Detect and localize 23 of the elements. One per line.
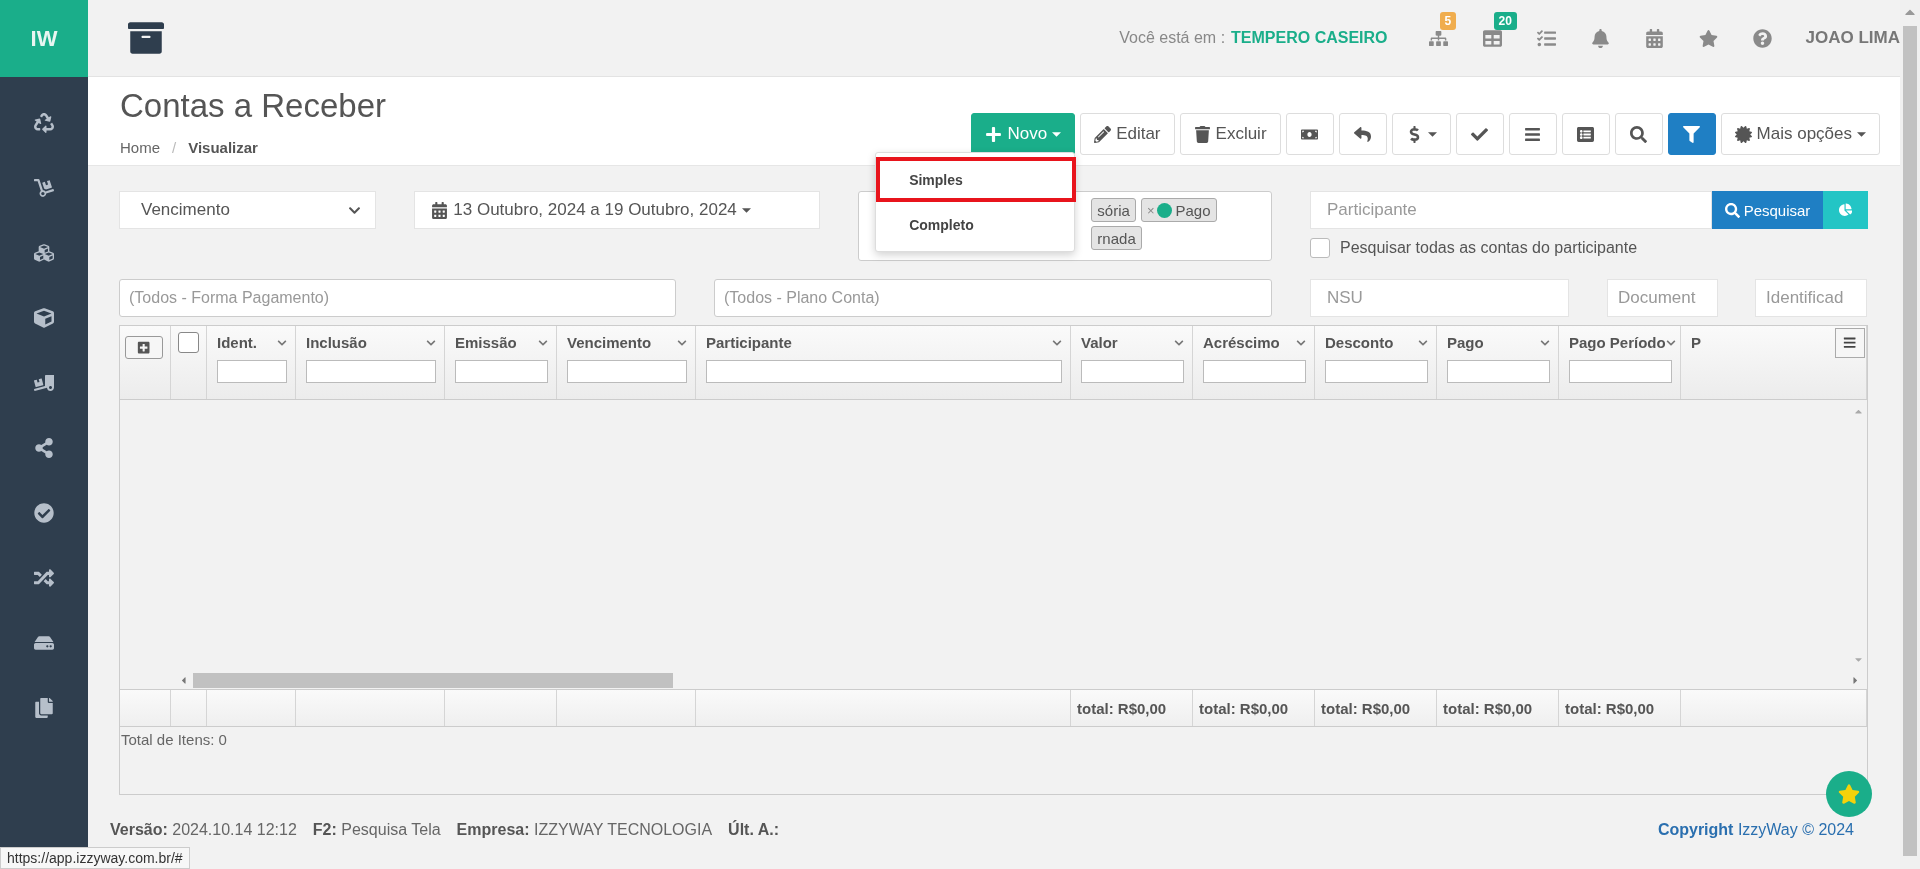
breadcrumb-item: Visualizar bbox=[188, 139, 258, 156]
shortcut-info: F2: Pesquisa Tela bbox=[312, 821, 441, 839]
last-access-label: Últ. A.: bbox=[728, 821, 780, 839]
column-total: total: R$0,00 bbox=[1321, 699, 1411, 717]
copyright: Copyright IzzyWay © 2024 bbox=[1657, 821, 1854, 839]
location-label: Você está em : bbox=[1119, 29, 1226, 47]
column-total: total: R$0,00 bbox=[1077, 699, 1167, 717]
status-tag: rnada bbox=[1091, 226, 1142, 250]
column-total: total: R$0,00 bbox=[1199, 699, 1289, 717]
company-name: TEMPERO CASEIRO bbox=[1231, 29, 1388, 47]
version-info: Versão: 2024.10.14 12:12 bbox=[110, 821, 297, 839]
status-tag: × Pago bbox=[1140, 198, 1217, 222]
column-total: total: R$0,00 bbox=[1443, 699, 1533, 717]
column-total: total: R$0,00 bbox=[1565, 699, 1655, 717]
checkbox-label: Pesquisar todas as contas do participante bbox=[1340, 239, 1638, 257]
count-badge: 5 bbox=[1439, 11, 1457, 30]
count-badge: 20 bbox=[1493, 11, 1517, 30]
company-info: Empresa: IZZYWAY TECNOLOGIA bbox=[456, 821, 713, 839]
total-items: Total de Itens: 0 bbox=[120, 730, 228, 750]
status-url: https://app.izzyway.com.br/# bbox=[0, 847, 190, 869]
breadcrumb-separator: / bbox=[172, 139, 177, 156]
page-title: Contas a Receber bbox=[120, 87, 386, 125]
status-tag: sória bbox=[1091, 198, 1136, 222]
